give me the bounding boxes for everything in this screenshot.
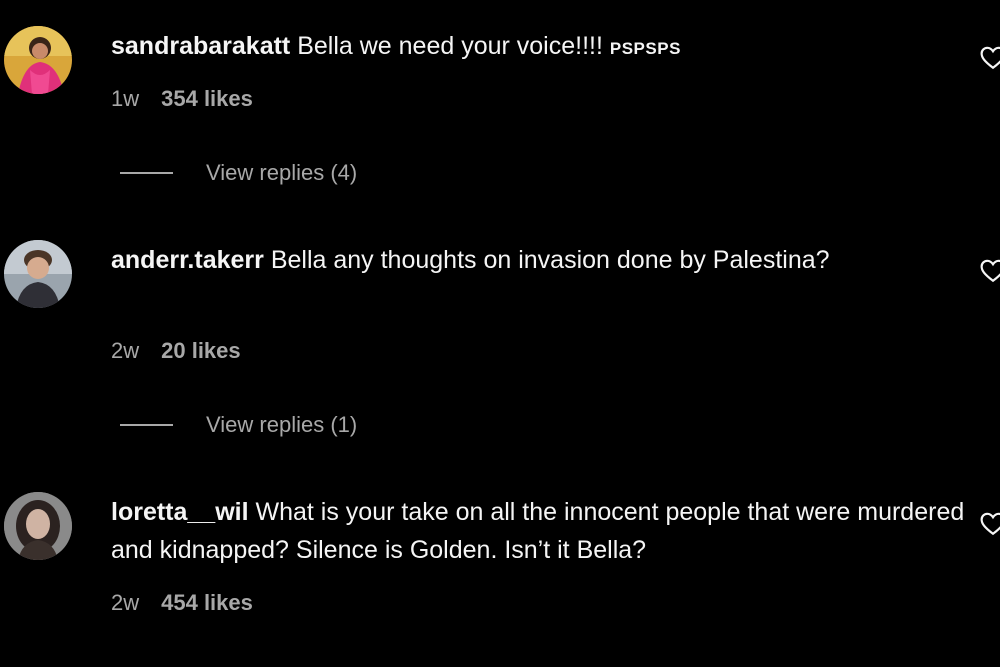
comment-age: 1w xyxy=(111,86,140,111)
comment-age: 2w xyxy=(111,338,140,363)
comment-text: anderr.takerr Bella any thoughts on inva… xyxy=(111,241,971,279)
comment-likes[interactable]: 454 likes xyxy=(161,590,253,616)
comment-age: 2w xyxy=(111,590,140,615)
view-replies-label[interactable]: View replies (4) xyxy=(206,160,357,186)
comment-body: Bella we need your voice!!!! xyxy=(290,32,610,60)
comment-meta: 2w 20 likes xyxy=(111,338,241,364)
user-avatar[interactable] xyxy=(4,492,72,560)
heart-icon[interactable] xyxy=(980,46,1000,70)
comment-text: loretta__wil What is your take on all th… xyxy=(111,493,971,569)
replies-divider-line xyxy=(120,424,173,426)
comment-likes[interactable]: 354 likes xyxy=(161,86,253,112)
view-replies-button[interactable]: View replies (4) xyxy=(120,160,357,186)
view-replies-button[interactable]: View replies (1) xyxy=(120,412,357,438)
replies-divider-line xyxy=(120,172,173,174)
user-avatar[interactable] xyxy=(4,240,72,308)
heart-icon[interactable] xyxy=(980,512,1000,536)
comment-meta: 2w 454 likes xyxy=(111,590,253,616)
comment-username[interactable]: anderr.takerr xyxy=(111,246,264,274)
comment-suffix: PSPSPS xyxy=(609,39,681,58)
comment-body: Bella any thoughts on invasion done by P… xyxy=(263,246,830,274)
comment-username[interactable]: sandrabarakatt xyxy=(111,32,290,60)
view-replies-label[interactable]: View replies (1) xyxy=(206,412,357,438)
comment-likes[interactable]: 20 likes xyxy=(161,338,241,364)
heart-icon[interactable] xyxy=(980,259,1000,283)
comment-meta: 1w 354 likes xyxy=(111,86,253,112)
comment-text: sandrabarakatt Bella we need your voice!… xyxy=(111,27,971,68)
comment-username[interactable]: loretta__wil xyxy=(111,498,249,526)
user-avatar[interactable] xyxy=(4,26,72,94)
